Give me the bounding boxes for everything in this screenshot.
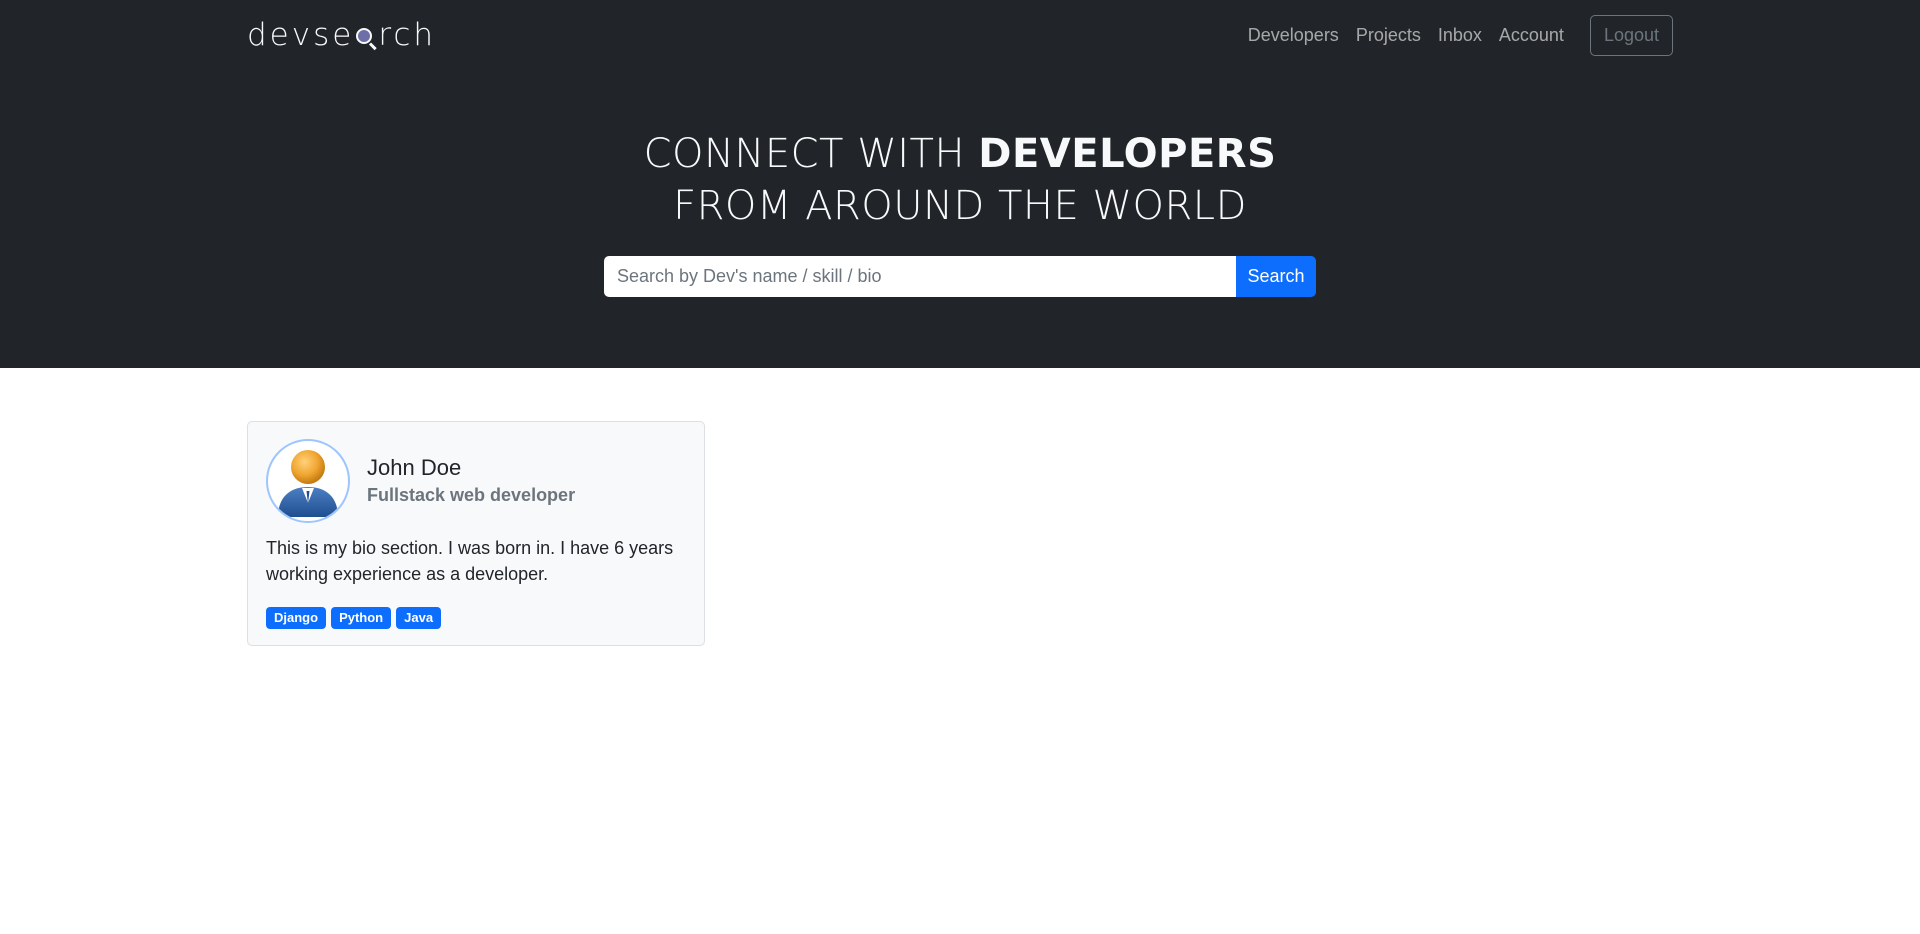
developer-title: Fullstack web developer — [367, 485, 576, 505]
nav-links: Developers Projects Inbox Account Logout — [1248, 14, 1673, 56]
hero-line-2: FROM AROUND THE WORLD — [673, 183, 1247, 229]
logout-button[interactable]: Logout — [1589, 14, 1673, 56]
search-button[interactable]: Search — [1236, 256, 1316, 297]
header-section: devse rch Developers Projects Inbox Acco… — [0, 0, 1920, 368]
user-avatar-icon — [266, 439, 350, 523]
brand-logo[interactable]: devse rch — [247, 15, 436, 55]
card-names: John Doe Fullstack web developer — [367, 454, 575, 508]
developer-bio: This is my bio section. I was born in. I… — [266, 538, 674, 584]
search-input[interactable] — [604, 256, 1236, 297]
magnifier-icon — [355, 27, 378, 51]
hero-line-1-light: CONNECT WITH — [643, 131, 979, 177]
nav-link-projects[interactable]: Projects — [1356, 25, 1421, 46]
hero-line-1-bold: DEVELOPERS — [978, 131, 1277, 177]
skill-tag: Django — [266, 607, 327, 629]
nav-link-inbox[interactable]: Inbox — [1438, 25, 1482, 46]
hero-line-1: CONNECT WITH DEVELOPERS — [0, 128, 1920, 180]
nav-link-developers[interactable]: Developers — [1248, 25, 1339, 46]
developer-name[interactable]: John Doe — [367, 454, 575, 482]
card-header: John Doe Fullstack web developer — [266, 439, 686, 523]
brand-text-prefix: devse — [247, 17, 355, 53]
developer-card[interactable]: John Doe Fullstack web developer This is… — [247, 421, 705, 646]
skill-tag: Java — [396, 607, 442, 629]
brand-text-suffix: rch — [378, 17, 437, 53]
navbar: devse rch Developers Projects Inbox Acco… — [247, 14, 1673, 56]
search-form: Search — [604, 256, 1316, 297]
skill-tag: Python — [331, 607, 392, 629]
skill-tags: Django Python Java — [266, 607, 686, 629]
nav-link-account[interactable]: Account — [1499, 25, 1564, 46]
hero-heading: CONNECT WITH DEVELOPERS FROM AROUND THE … — [0, 128, 1920, 232]
